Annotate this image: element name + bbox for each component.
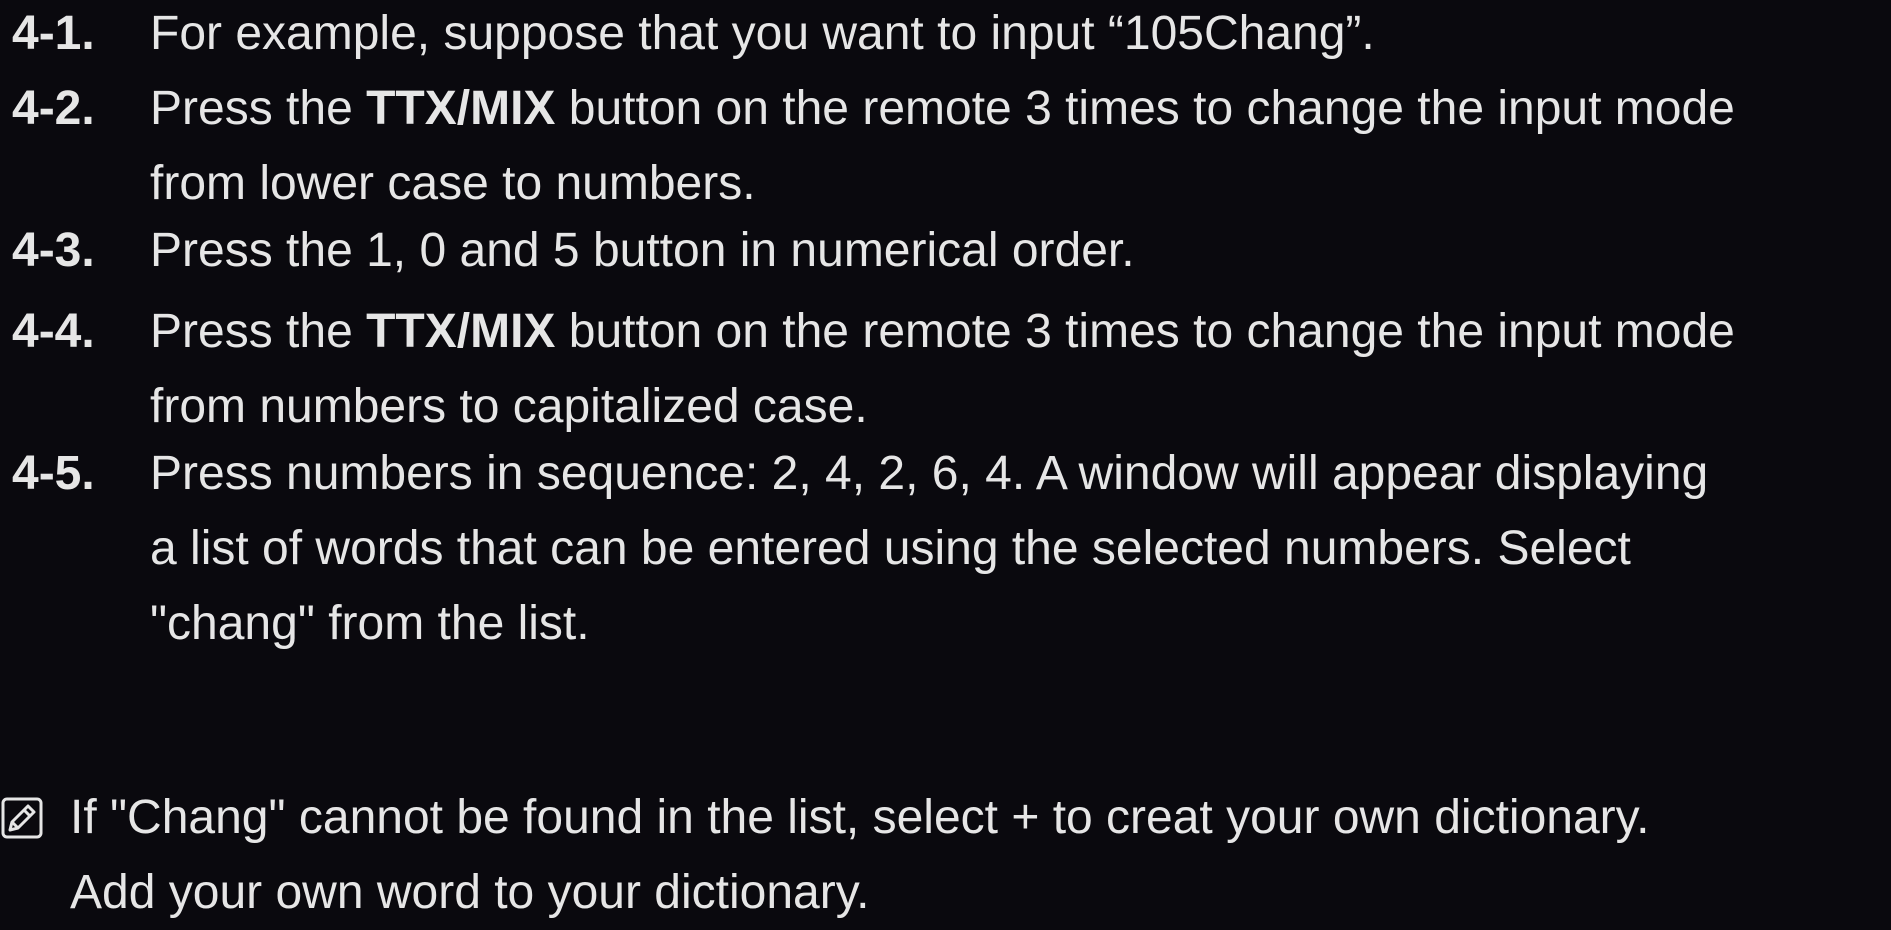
button-name: TTX/MIX [366,82,556,135]
step-line: For example, suppose that you want to in… [150,0,1891,71]
note-pencil-icon [1,797,43,838]
text-span: Press the [150,305,367,358]
note-block: If "Chang" cannot be found in the list, … [0,780,1891,930]
text-span: button on the remote 3 times to change t… [555,82,1735,135]
step-4-4: 4-4. Press the TTX/MIX button on the rem… [12,294,1891,444]
text-span: For example, suppose that you want to in… [150,7,1375,60]
step-4-1: 4-1. For example, suppose that you want … [12,0,1891,71]
step-number: 4-1. [12,7,95,60]
step-number: 4-3. [12,224,95,277]
text-span: Press numbers in sequence: 2, 4, 2, 6, 4… [150,447,1709,500]
step-text: For example, suppose that you want to in… [150,0,1891,71]
button-name: TTX/MIX [366,305,556,358]
manual-page: 4-1. For example, suppose that you want … [0,0,1891,919]
text-span: Press the 1, 0 and 5 button in numerical… [150,224,1135,277]
step-text: Press the TTX/MIX button on the remote 3… [150,294,1891,444]
step-4-2: 4-2. Press the TTX/MIX button on the rem… [12,71,1891,221]
text-span: a list of words that can be entered usin… [150,522,1631,575]
step-line: "chang" from the list. [150,586,1891,661]
step-number: 4-5. [12,447,95,500]
note-line: Add your own word to your dictionary. [70,866,870,919]
text-span: from lower case to numbers. [150,157,756,210]
step-line: from numbers to capitalized case. [150,369,1891,444]
text-span: from numbers to capitalized case. [150,380,868,433]
step-line: a list of words that can be entered usin… [150,511,1891,586]
note-text: If "Chang" cannot be found in the list, … [70,780,1891,930]
step-line: Press the TTX/MIX button on the remote 3… [150,71,1891,146]
step-text: Press the 1, 0 and 5 button in numerical… [150,213,1891,288]
step-4-3: 4-3. Press the 1, 0 and 5 button in nume… [12,213,1891,288]
step-number: 4-2. [12,82,95,135]
text-span: button on the remote 3 times to change t… [555,305,1735,358]
text-span: Press the [150,82,367,135]
text-span: "chang" from the list. [150,597,590,650]
step-line: Press the 1, 0 and 5 button in numerical… [150,213,1891,288]
note-line: If "Chang" cannot be found in the list, … [70,791,1650,844]
step-number: 4-4. [12,305,95,358]
step-4-5: 4-5. Press numbers in sequence: 2, 4, 2,… [12,436,1891,661]
step-line: from lower case to numbers. [150,146,1891,221]
note-icon [0,780,70,855]
step-line: Press the TTX/MIX button on the remote 3… [150,294,1891,369]
step-text: Press numbers in sequence: 2, 4, 2, 6, 4… [150,436,1891,661]
step-text: Press the TTX/MIX button on the remote 3… [150,71,1891,221]
step-line: Press numbers in sequence: 2, 4, 2, 6, 4… [150,436,1891,511]
